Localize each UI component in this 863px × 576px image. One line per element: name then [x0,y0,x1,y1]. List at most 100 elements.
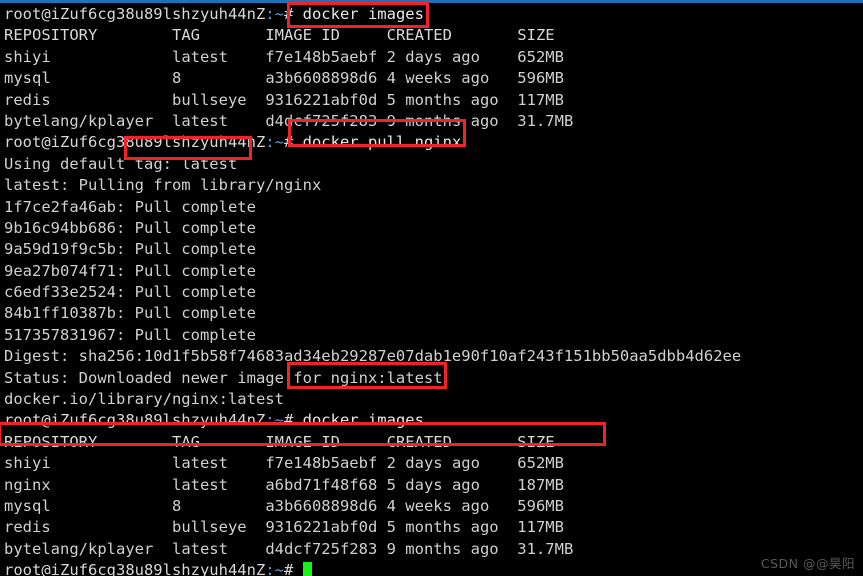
cell-image-id: a3b6608898d6 [265,496,387,515]
col-repository-header: REPOSITORY [4,432,172,451]
col-size-header: SIZE [517,432,555,451]
cell-size: 596MB [517,496,564,515]
shell-prompt-path: :~ [265,561,284,576]
cell-tag: latest [171,539,266,558]
typed-command-images-2: docker images [293,411,424,430]
table-row: bytelang/kplayer latest d4dcf725f283 9 m… [4,539,859,560]
table-row: nginx latest a6bd71f48f68 5 days ago 187… [4,475,859,496]
shell-prompt-path: :~ [265,133,284,152]
cell-size: 31.7MB [517,539,574,558]
cell-tag: latest [171,47,266,66]
shell-prompt-path: :~ [265,411,284,430]
col-image-id-header: IMAGE ID [265,26,387,45]
output-status: Status: Downloaded newer image for nginx… [4,368,443,387]
default-tag-value: tag: latest [134,154,238,173]
pull-layer-line: 9ea27b074f71: Pull complete [4,261,256,280]
cell-repository: redis [4,90,172,109]
cell-repository: nginx [4,475,172,494]
table-row: bytelang/kplayer latest d4dcf725f283 9 m… [4,111,859,132]
cell-image-id: f7e148b5aebf [265,47,387,66]
pull-layer-line: 517357831967: Pull complete [4,325,256,344]
table-row: mysql 8 a3b6608898d6 4 weeks ago 596MB [4,496,859,517]
cell-created: 9 months ago [386,111,518,130]
cell-created: 5 months ago [386,90,518,109]
table-row: shiyi latest f7e148b5aebf 2 days ago 652… [4,453,859,474]
cell-created: 9 months ago [386,539,518,558]
table-row: redis bullseye 9316221abf0d 5 months ago… [4,517,859,538]
pull-layer-line: c6edf33e2524: Pull complete [4,283,256,302]
col-created-header: CREATED [386,432,518,451]
output-pulling-from: latest: Pulling from library/nginx [4,176,322,195]
typed-command-images-1: docker images [293,5,424,23]
cell-image-id: d4dcf725f283 [265,111,387,130]
csdn-watermark: CSDN @@昊阳 [760,556,855,571]
cell-created: 2 days ago [386,454,518,473]
cell-tag: 8 [171,69,266,88]
cell-tag: latest [171,454,266,473]
shell-prompt: root@iZuf6cg38u89lshzyuh44nZ [4,561,266,576]
shell-prompt-hash: # [283,133,294,152]
col-size-header: SIZE [517,26,555,45]
pull-layer-line: 84b1ff10387b: Pull complete [4,304,256,323]
cell-created: 5 months ago [386,518,518,537]
cell-size: 31.7MB [517,111,574,130]
table-row: shiyi latest f7e148b5aebf 2 days ago 652… [4,47,859,68]
cell-image-id: d4dcf725f283 [265,539,387,558]
col-repository-header: REPOSITORY [4,26,172,45]
cell-tag: latest [171,475,266,494]
shell-prompt-hash: # [283,561,294,576]
cell-size: 652MB [517,47,564,66]
col-tag-header: TAG [171,432,266,451]
cell-created: 4 weeks ago [386,69,518,88]
cell-repository: shiyi [4,47,172,66]
cell-repository: bytelang/kplayer [4,111,172,130]
shell-prompt-hash: # [283,5,294,23]
cell-image-id: f7e148b5aebf [265,454,387,473]
cell-image-id: a3b6608898d6 [265,69,387,88]
col-image-id-header: IMAGE ID [265,432,387,451]
table-2-body: shiyi latest f7e148b5aebf 2 days ago 652… [4,453,859,560]
shell-prompt: root@iZuf6cg38u89lshzyuh44nZ [4,5,266,23]
cell-repository: shiyi [4,454,172,473]
cell-tag: bullseye [171,90,266,109]
shell-prompt-hash: # [283,411,294,430]
output-using-default-tag: Using default tag: latest [4,154,859,175]
cell-size: 117MB [517,90,564,109]
cell-image-id: 9316221abf0d [265,90,387,109]
cell-created: 2 days ago [386,47,518,66]
cell-image-id: a6bd71f48f68 [265,475,387,494]
cell-size: 187MB [517,475,564,494]
terminal-output-area[interactable]: root@iZuf6cg38u89lshzyuh44nZ:~# docker i… [4,4,859,576]
cell-tag: bullseye [171,518,266,537]
table-2-header-row: REPOSITORY TAG IMAGE ID CREATED SIZE [4,432,859,453]
cell-size: 652MB [517,454,564,473]
cell-tag: latest [171,111,266,130]
cell-tag: 8 [171,496,266,515]
window-titlebar-accent [0,0,863,3]
pull-layer-line: 9a59d19f9c5b: Pull complete [4,240,256,259]
typed-command-pull: docker pull nginx [293,133,462,152]
cell-size: 117MB [517,518,564,537]
text-cursor [302,562,312,576]
table-1-header-row: REPOSITORY TAG IMAGE ID CREATED SIZE [4,25,859,46]
output-digest: Digest: sha256:10d1f5b58f74683ad34eb2928… [4,347,742,366]
cell-repository: redis [4,518,172,537]
cell-created: 5 days ago [386,475,518,494]
command-line-docker-images-1: root@iZuf6cg38u89lshzyuh44nZ:~# docker i… [4,4,859,25]
pull-layer-line: 9b16c94bb686: Pull complete [4,218,256,237]
cell-repository: bytelang/kplayer [4,539,172,558]
table-row: redis bullseye 9316221abf0d 5 months ago… [4,90,859,111]
pull-layer-list: 1f7ce2fa46ab: Pull complete 9b16c94bb686:… [4,197,859,347]
table-1-body: shiyi latest f7e148b5aebf 2 days ago 652… [4,47,859,133]
output-image-ref: docker.io/library/nginx:latest [4,390,284,409]
cell-repository: mysql [4,496,172,515]
col-tag-header: TAG [171,26,266,45]
pull-layer-line: 1f7ce2fa46ab: Pull complete [4,197,256,216]
command-line-docker-pull: root@iZuf6cg38u89lshzyuh44nZ:~# docker p… [4,132,859,153]
command-line-final-prompt: root@iZuf6cg38u89lshzyuh44nZ:~# [4,560,859,576]
col-created-header: CREATED [386,26,518,45]
cell-size: 596MB [517,69,564,88]
cell-created: 4 weeks ago [386,496,518,515]
terminal-window[interactable]: root@iZuf6cg38u89lshzyuh44nZ:~# docker i… [0,0,863,576]
shell-prompt: root@iZuf6cg38u89lshzyuh44nZ [4,411,266,430]
